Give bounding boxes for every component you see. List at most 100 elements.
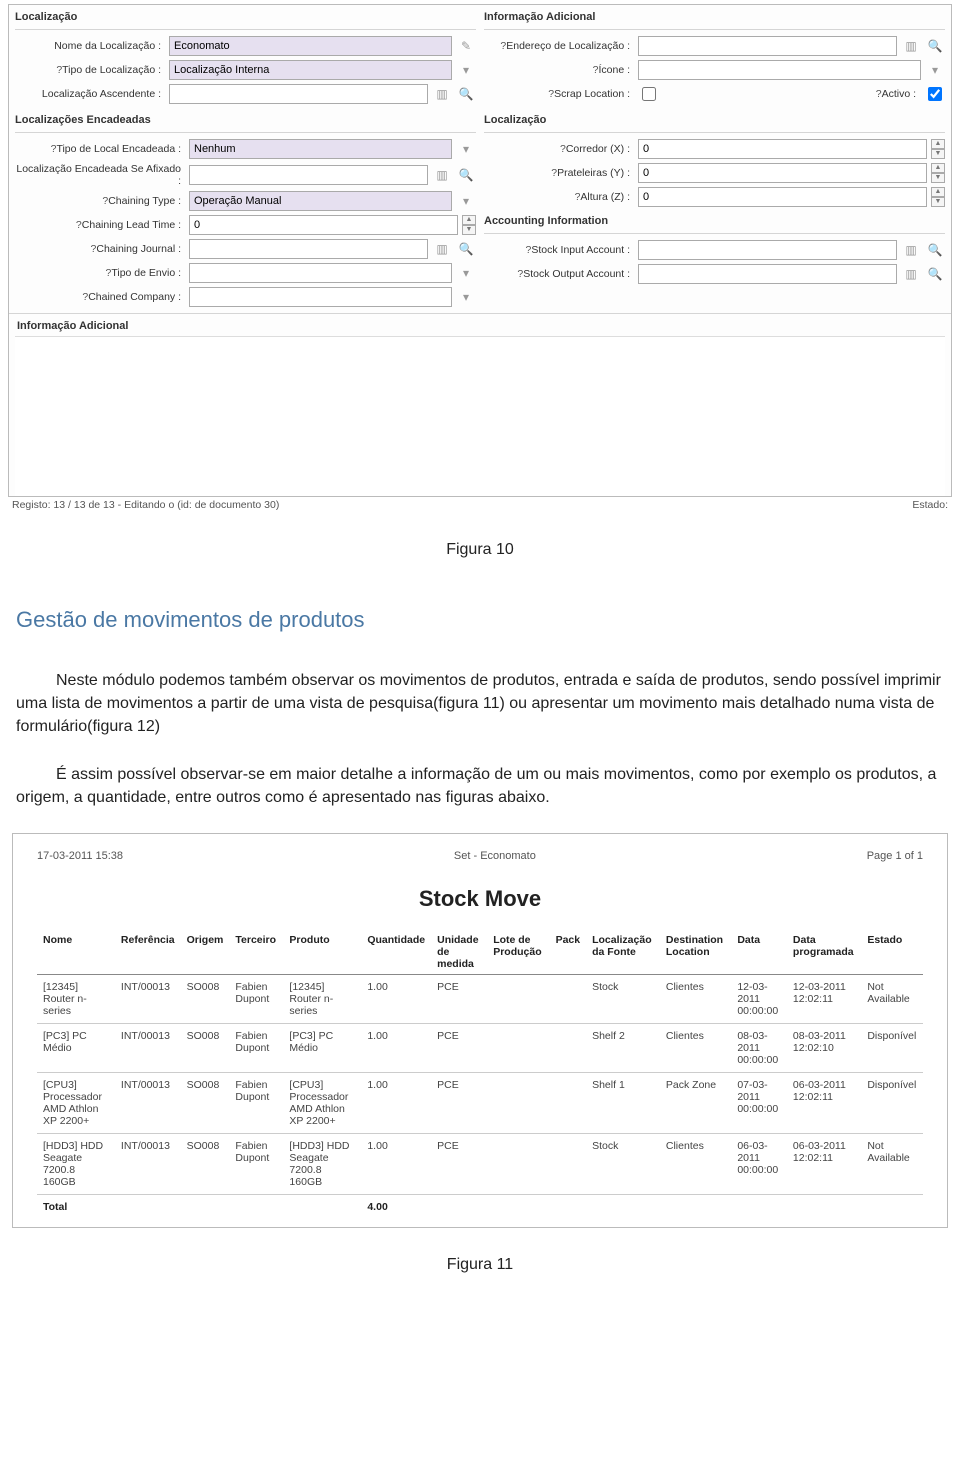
figure-caption-10: Figura 10	[0, 541, 960, 559]
input-stock-output-account[interactable]	[638, 264, 897, 284]
select-icone[interactable]	[638, 60, 921, 80]
table-row: [CPU3] Processador AMD Athlon XP 2200+IN…	[37, 1072, 923, 1133]
open-icon[interactable]: ▥	[432, 84, 452, 104]
label-tipo-local-encadeada: ?Tipo de Local Encadeada :	[15, 143, 185, 155]
select-chained-company[interactable]	[189, 287, 452, 307]
report-title: Stock Move	[37, 886, 923, 912]
table-cell: 1.00	[361, 1072, 431, 1133]
th-loc-fonte: Localização da Fonte	[586, 930, 660, 975]
input-endereco-localizacao[interactable]	[638, 36, 897, 56]
open-icon[interactable]: ▥	[901, 264, 921, 284]
empty-notes-area[interactable]	[15, 336, 945, 496]
search-icon[interactable]: 🔍	[925, 36, 945, 56]
spinner-x[interactable]: ▲▼	[931, 139, 945, 159]
th-lote: Lote de Produção	[487, 930, 549, 975]
label-chaining-journal: ?Chaining Journal :	[15, 243, 185, 255]
table-cell: [HDD3] HDD Seagate 7200.8 160GB	[283, 1133, 361, 1194]
label-activo: ?Activo :	[876, 88, 920, 100]
open-icon[interactable]: ▥	[901, 36, 921, 56]
spinner-z[interactable]: ▲▼	[931, 187, 945, 207]
table-cell: 07-03-2011 00:00:00	[731, 1072, 787, 1133]
label-chaining-lead-time: ?Chaining Lead Time :	[15, 219, 185, 231]
th-quantidade: Quantidade	[361, 930, 431, 975]
open-icon[interactable]: ▥	[901, 240, 921, 260]
table-cell: [12345] Router n-series	[283, 974, 361, 1023]
table-cell: PCE	[431, 1133, 487, 1194]
doc-heading: Gestão de movimentos de produtos	[16, 607, 944, 633]
table-cell	[487, 1072, 549, 1133]
table-cell: 08-03-2011 00:00:00	[731, 1023, 787, 1072]
th-data-programada: Data programada	[787, 930, 861, 975]
dropdown-icon[interactable]: ▾	[456, 263, 476, 283]
label-icone: ?Ícone :	[484, 64, 634, 76]
select-tipo-local-encadeada[interactable]	[189, 139, 452, 159]
table-cell: Fabien Dupont	[229, 1072, 283, 1133]
spinner-y[interactable]: ▲▼	[931, 163, 945, 183]
table-cell: 12-03-2011 12:02:11	[787, 974, 861, 1023]
search-icon[interactable]: 🔍	[456, 165, 476, 185]
table-cell: Not Available	[861, 1133, 923, 1194]
section-localizacao: Localização	[15, 9, 476, 27]
input-chaining-journal[interactable]	[189, 239, 428, 259]
table-cell	[550, 974, 587, 1023]
report-page: Page 1 of 1	[867, 850, 923, 862]
input-localizacao-ascendente[interactable]	[169, 84, 428, 104]
table-cell: SO008	[181, 1133, 230, 1194]
section-info-adicional-bottom: Informação Adicional	[9, 313, 951, 334]
search-icon[interactable]: 🔍	[456, 84, 476, 104]
table-cell: Shelf 2	[586, 1023, 660, 1072]
table-cell: Pack Zone	[660, 1072, 731, 1133]
input-stock-input-account[interactable]	[638, 240, 897, 260]
dropdown-icon[interactable]: ▾	[925, 60, 945, 80]
table-cell	[487, 1133, 549, 1194]
label-stock-input-account: ?Stock Input Account :	[484, 244, 634, 256]
open-icon[interactable]: ▥	[432, 239, 452, 259]
input-encadeada-se-afixado[interactable]	[189, 165, 428, 185]
search-icon[interactable]: 🔍	[456, 239, 476, 259]
select-tipo-envio[interactable]	[189, 263, 452, 283]
table-row: [12345] Router n-seriesINT/00013SO008Fab…	[37, 974, 923, 1023]
table-cell	[550, 1133, 587, 1194]
stock-move-report: 17-03-2011 15:38 Set - Economato Page 1 …	[12, 833, 948, 1228]
section-accounting-info: Accounting Information	[484, 213, 945, 231]
table-cell: 1.00	[361, 974, 431, 1023]
table-cell: [CPU3] Processador AMD Athlon XP 2200+	[37, 1072, 115, 1133]
table-cell: INT/00013	[115, 1133, 181, 1194]
dropdown-icon[interactable]: ▾	[456, 139, 476, 159]
translate-icon[interactable]: ✎	[456, 36, 476, 56]
input-prateleiras-y[interactable]	[638, 163, 927, 183]
table-cell: Fabien Dupont	[229, 974, 283, 1023]
select-chaining-type[interactable]	[189, 191, 452, 211]
table-cell: Fabien Dupont	[229, 1023, 283, 1072]
table-cell: 1.00	[361, 1023, 431, 1072]
table-row: [HDD3] HDD Seagate 7200.8 160GB INT/00013…	[37, 1133, 923, 1194]
checkbox-scrap-location[interactable]	[642, 87, 656, 101]
table-cell: SO008	[181, 974, 230, 1023]
input-nome-localizacao[interactable]	[169, 36, 452, 56]
select-tipo-localizacao[interactable]	[169, 60, 452, 80]
input-chaining-lead-time[interactable]	[189, 215, 458, 235]
input-altura-z[interactable]	[638, 187, 927, 207]
table-cell: INT/00013	[115, 1072, 181, 1133]
search-icon[interactable]: 🔍	[925, 264, 945, 284]
table-cell: PCE	[431, 974, 487, 1023]
label-nome-localizacao: Nome da Localização :	[15, 40, 165, 52]
th-dest-location: Destination Location	[660, 930, 731, 975]
label-chaining-type: ?Chaining Type :	[15, 195, 185, 207]
spinner-lead-time[interactable]: ▲▼	[462, 215, 476, 235]
table-cell: 06-03-2011 12:02:11	[787, 1072, 861, 1133]
input-corredor-x[interactable]	[638, 139, 927, 159]
dropdown-icon[interactable]: ▾	[456, 60, 476, 80]
table-cell	[550, 1072, 587, 1133]
label-tipo-localizacao: ?Tipo de Localização :	[15, 64, 165, 76]
table-cell: SO008	[181, 1023, 230, 1072]
label-corredor-x: ?Corredor (X) :	[484, 143, 634, 155]
table-cell: Fabien Dupont	[229, 1133, 283, 1194]
open-icon[interactable]: ▥	[432, 165, 452, 185]
location-form-panel: Localização Nome da Localização : ✎ ?Tip…	[8, 4, 952, 497]
checkbox-activo[interactable]	[928, 87, 942, 101]
th-terceiro: Terceiro	[229, 930, 283, 975]
dropdown-icon[interactable]: ▾	[456, 287, 476, 307]
search-icon[interactable]: 🔍	[925, 240, 945, 260]
dropdown-icon[interactable]: ▾	[456, 191, 476, 211]
